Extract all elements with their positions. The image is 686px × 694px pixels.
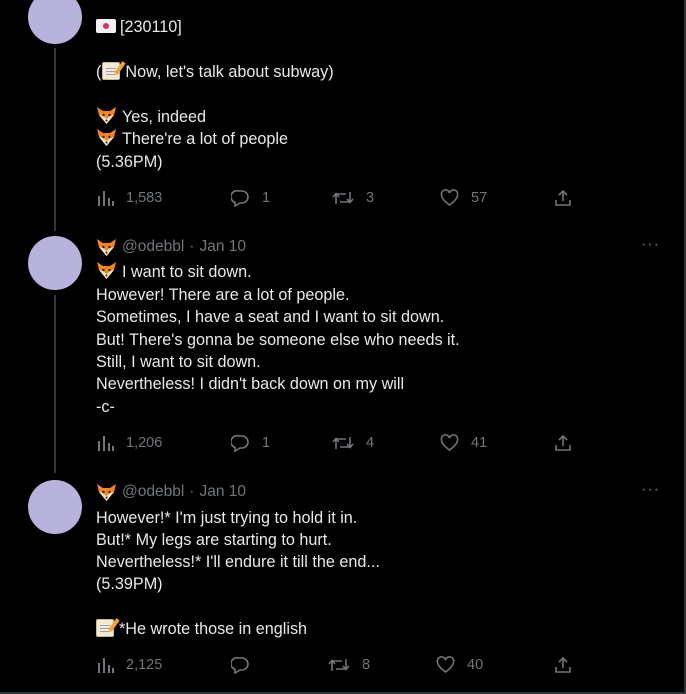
views-button[interactable]: 1,206 bbox=[96, 433, 162, 453]
retweet-button[interactable]: 4 bbox=[332, 433, 374, 453]
tweet-text-line: -c- bbox=[96, 398, 115, 416]
views-icon bbox=[98, 658, 114, 673]
share-icon bbox=[555, 434, 571, 451]
tweet-handle[interactable]: @odebbl bbox=[122, 483, 184, 501]
timeline: [230110] (Now, let's talk about subway) … bbox=[0, 0, 686, 694]
fox-emoji-icon bbox=[96, 483, 117, 502]
tweet-text-line: Still, I want to sit down. bbox=[96, 353, 261, 371]
retweet-count: 3 bbox=[366, 190, 375, 206]
views-button[interactable]: 1,583 bbox=[96, 188, 162, 208]
tweet-text-line: But!* My legs are starting to hurt. bbox=[96, 531, 332, 549]
tweet-text-line: Nevertheless!* I'll endure it till the e… bbox=[96, 553, 380, 571]
tweet-text-line: *He wrote those in english bbox=[96, 618, 307, 640]
tweet-text-line: (5.39PM) bbox=[96, 575, 163, 593]
retweet-count: 4 bbox=[366, 435, 375, 451]
tweet-text-line: Sometimes, I have a seat and I want to s… bbox=[96, 308, 445, 326]
views-button[interactable]: 2,125 bbox=[96, 655, 162, 675]
avatar[interactable] bbox=[28, 480, 82, 534]
thread-line bbox=[54, 48, 56, 231]
reply-icon bbox=[231, 434, 249, 452]
share-icon bbox=[555, 189, 571, 206]
fox-emoji-icon bbox=[96, 238, 117, 257]
like-count: 41 bbox=[471, 435, 488, 451]
retweet-icon bbox=[328, 659, 350, 671]
share-button[interactable] bbox=[554, 433, 584, 453]
tweet-text-line: However! There are a lot of people. bbox=[96, 286, 350, 304]
reply-button[interactable] bbox=[231, 655, 262, 675]
views-count: 1,583 bbox=[126, 190, 163, 206]
avatar[interactable] bbox=[28, 236, 82, 290]
more-icon[interactable]: ··· bbox=[641, 236, 660, 254]
like-icon bbox=[436, 656, 455, 673]
retweet-button[interactable]: 8 bbox=[328, 655, 370, 675]
reply-count: 1 bbox=[262, 190, 271, 206]
tweet-handle[interactable]: @odebbl bbox=[122, 238, 184, 256]
views-icon bbox=[98, 436, 114, 451]
views-icon bbox=[98, 191, 114, 206]
like-button[interactable]: 41 bbox=[440, 433, 487, 453]
reply-icon bbox=[231, 189, 249, 207]
retweet-icon bbox=[332, 192, 354, 204]
memo-emoji-icon bbox=[102, 62, 121, 80]
share-button[interactable] bbox=[554, 655, 584, 675]
reply-button[interactable]: 1 bbox=[231, 188, 270, 208]
tweet-text-line: But! There's gonna be someone else who n… bbox=[96, 331, 460, 349]
tweet-text-line: Nevertheless! I didn't back down on my w… bbox=[96, 375, 405, 393]
memo-emoji-icon bbox=[96, 619, 114, 637]
like-icon bbox=[440, 434, 459, 451]
retweet-button[interactable]: 3 bbox=[332, 188, 374, 208]
retweet-icon bbox=[332, 437, 354, 449]
tweet-actions: 2,125 8 40 bbox=[96, 655, 576, 675]
tweet-date[interactable]: Jan 10 bbox=[199, 238, 246, 256]
like-button[interactable]: 40 bbox=[436, 655, 483, 675]
tweet-text-line: (Now, let's talk about subway) bbox=[96, 62, 334, 81]
separator: · bbox=[189, 483, 195, 500]
avatar[interactable] bbox=[28, 0, 82, 44]
like-icon bbox=[440, 189, 459, 206]
share-icon bbox=[555, 656, 571, 673]
tweet-text-line: I want to sit down. bbox=[96, 261, 252, 283]
tweet-text-line: (5.36PM) bbox=[96, 153, 163, 171]
tweet-text-line: Yes, indeed bbox=[96, 106, 206, 128]
fox-emoji-icon bbox=[96, 261, 117, 280]
tweet-text-line: [230110] bbox=[96, 16, 182, 38]
tweet-date[interactable]: Jan 10 bbox=[199, 483, 246, 501]
tweet-header: @odebbl · Jan 10 bbox=[96, 237, 246, 257]
reply-icon bbox=[231, 656, 249, 674]
reply-button[interactable]: 1 bbox=[231, 433, 270, 453]
fox-emoji-icon bbox=[96, 106, 117, 125]
like-button[interactable]: 57 bbox=[440, 188, 487, 208]
views-count: 1,206 bbox=[126, 435, 163, 451]
thread-line bbox=[54, 295, 56, 473]
like-count: 40 bbox=[467, 657, 484, 673]
tweet-header: @odebbl · Jan 10 bbox=[96, 482, 246, 502]
like-count: 57 bbox=[471, 190, 488, 206]
separator: · bbox=[189, 238, 195, 255]
views-count: 2,125 bbox=[126, 657, 163, 673]
more-icon[interactable]: ··· bbox=[641, 481, 660, 499]
tweet-text-line: There're a lot of people bbox=[96, 128, 288, 150]
reply-count: 1 bbox=[262, 435, 271, 451]
tweet-text-line: However!* I'm just trying to hold it in. bbox=[96, 509, 358, 527]
retweet-count: 8 bbox=[362, 657, 371, 673]
fox-emoji-icon bbox=[96, 128, 117, 147]
tweet-actions: 1,583 1 3 57 bbox=[96, 188, 576, 208]
tweet-actions: 1,206 1 4 41 bbox=[96, 433, 576, 453]
envelope-emoji-icon bbox=[96, 19, 116, 33]
share-button[interactable] bbox=[554, 188, 584, 208]
